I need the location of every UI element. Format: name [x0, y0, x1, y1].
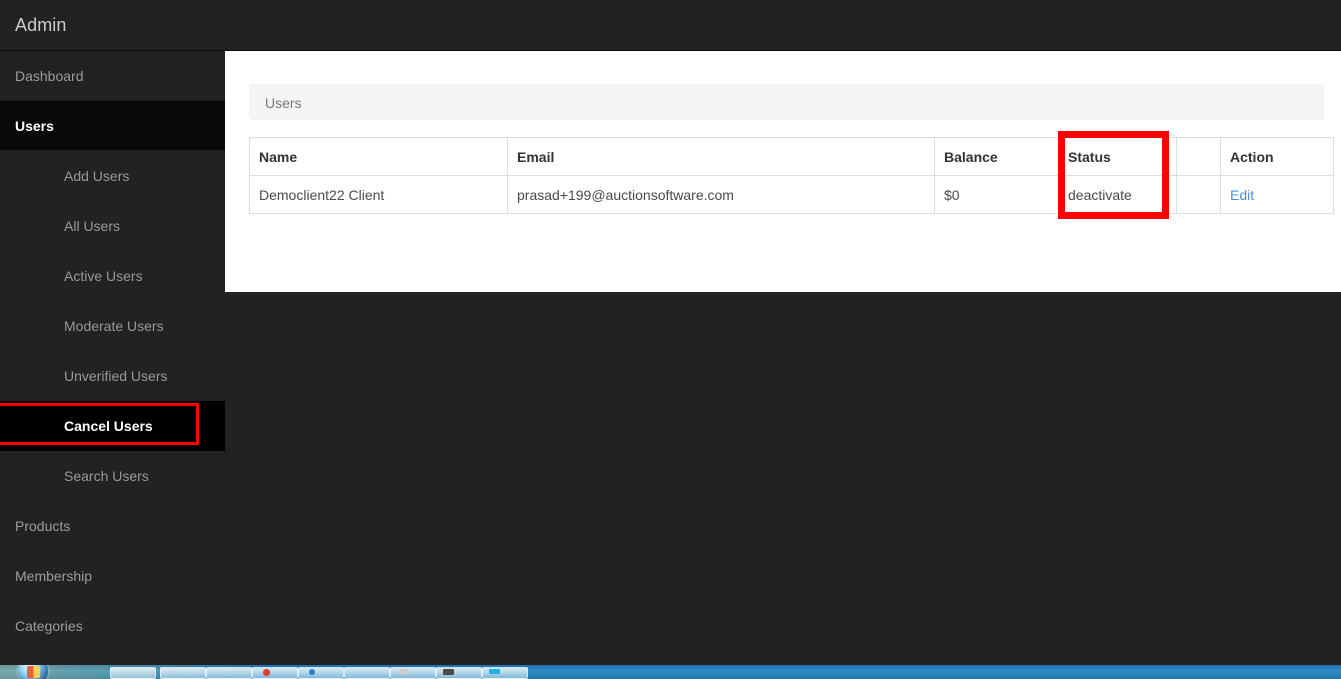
windows-logo-icon — [27, 666, 40, 678]
sidebar-item-label: Add Users — [64, 168, 130, 184]
sidebar-item-membership[interactable]: Membership — [0, 551, 225, 601]
sidebar-item-products[interactable]: Products — [0, 501, 225, 551]
sidebar-item-all-users[interactable]: All Users — [0, 201, 225, 251]
column-header-blank — [1176, 137, 1221, 176]
taskbar-app-icon — [263, 669, 270, 676]
top-bar: Admin — [0, 0, 1341, 51]
app-brand-title[interactable]: Admin — [15, 0, 67, 51]
taskbar-item[interactable] — [390, 667, 436, 679]
cell-action: Edit — [1220, 175, 1334, 214]
main-content: Users Name Email Balance Status Action D… — [225, 51, 1341, 292]
windows-taskbar[interactable] — [0, 665, 1341, 679]
users-table-wrapper: Name Email Balance Status Action Democli… — [249, 131, 1334, 219]
taskbar-item[interactable] — [110, 667, 156, 679]
sidebar-item-cancel-users[interactable]: Cancel Users — [0, 401, 225, 451]
column-header-balance[interactable]: Balance — [934, 137, 1059, 176]
sidebar-nav: Dashboard Users Add Users All Users Active U… — [0, 51, 225, 679]
sidebar-item-label: Search Users — [64, 468, 149, 484]
panel-heading: Users — [249, 84, 1324, 120]
sidebar-item-label: Categories — [15, 618, 83, 634]
taskbar-app-icon — [443, 669, 454, 675]
sidebar-item-label: Products — [15, 518, 71, 534]
sidebar-item-label: Moderate Users — [64, 318, 164, 334]
edit-link[interactable]: Edit — [1230, 187, 1254, 203]
sidebar-item-users[interactable]: Users — [0, 101, 225, 151]
cell-status: deactivate — [1058, 175, 1177, 214]
sidebar-item-label: Active Users — [64, 268, 143, 284]
column-header-action[interactable]: Action — [1220, 137, 1334, 176]
taskbar-item[interactable] — [344, 667, 390, 679]
users-panel: Users Name Email Balance Status Action D… — [249, 84, 1334, 219]
taskbar-item[interactable] — [206, 667, 252, 679]
taskbar-app-icon — [399, 669, 408, 674]
sidebar-item-label: Cancel Users — [64, 418, 153, 434]
screen-root: Admin Dashboard Users Add Users All Users Ac… — [0, 0, 1341, 679]
cell-name: Democlient22 Client — [249, 175, 508, 214]
sidebar-item-categories[interactable]: Categories — [0, 601, 225, 651]
taskbar-item[interactable] — [160, 667, 206, 679]
taskbar-item[interactable] — [252, 667, 298, 679]
sidebar-item-add-users[interactable]: Add Users — [0, 151, 225, 201]
sidebar-item-label: All Users — [64, 218, 121, 234]
sidebar-item-search-users[interactable]: Search Users — [0, 451, 225, 501]
column-header-name[interactable]: Name — [249, 137, 508, 176]
users-table: Name Email Balance Status Action Democli… — [249, 137, 1334, 214]
cell-balance: $0 — [934, 175, 1059, 214]
taskbar-item[interactable] — [298, 667, 344, 679]
column-header-status[interactable]: Status — [1058, 137, 1177, 176]
sidebar-item-label: Users — [15, 118, 54, 134]
sidebar-item-unverified-users[interactable]: Unverified Users — [0, 351, 225, 401]
table-header-row: Name Email Balance Status Action — [249, 137, 1334, 176]
table-row[interactable]: Democlient22 Client prasad+199@auctionso… — [249, 175, 1334, 214]
sidebar-item-label: Unverified Users — [64, 368, 168, 384]
taskbar-app-icon — [489, 669, 500, 674]
sidebar-item-label: Dashboard — [15, 68, 84, 84]
cell-blank — [1176, 175, 1221, 214]
sidebar-item-active-users[interactable]: Active Users — [0, 251, 225, 301]
users-table-body: Democlient22 Client prasad+199@auctionso… — [249, 175, 1334, 214]
taskbar-app-icon — [309, 669, 315, 675]
sidebar-item-moderate-users[interactable]: Moderate Users — [0, 301, 225, 351]
users-table-head: Name Email Balance Status Action — [249, 137, 1334, 176]
cell-email: prasad+199@auctionsoftware.com — [507, 175, 935, 214]
sidebar-item-label: Membership — [15, 568, 93, 584]
sidebar-item-dashboard[interactable]: Dashboard — [0, 51, 225, 101]
column-header-email[interactable]: Email — [507, 137, 935, 176]
page-background-lower — [225, 292, 1341, 679]
